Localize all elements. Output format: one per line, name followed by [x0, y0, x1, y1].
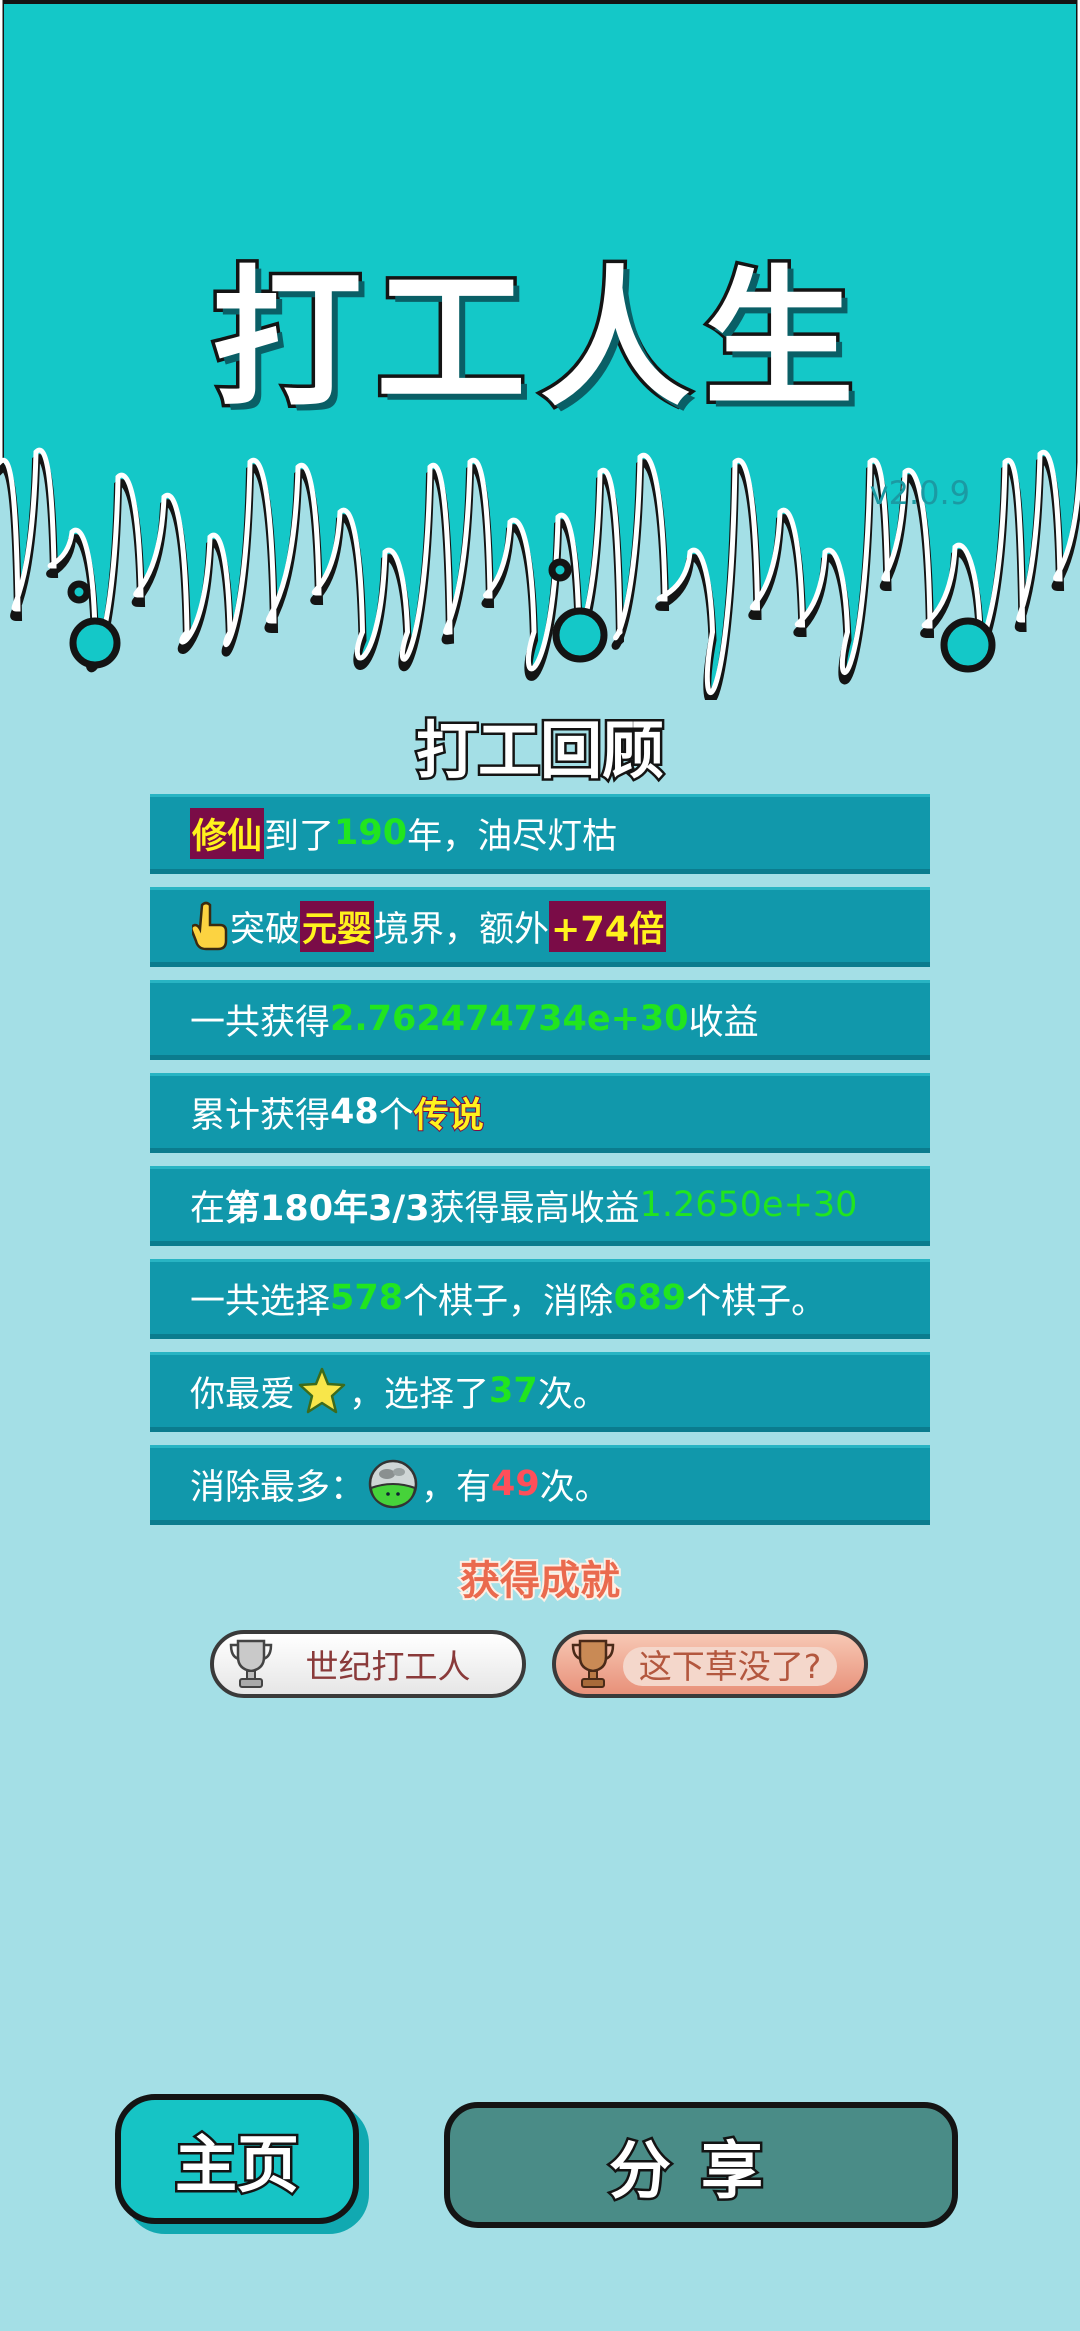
stat-value-eliminated-most: 49 [491, 1464, 540, 1504]
stat-row-legends: 累计获得 48 个 传说 [150, 1073, 930, 1153]
review-stats-list: 修仙 到了 190 年，油尽灯枯 突破 元婴 境界，额外 +74倍 一共获得 2… [150, 794, 930, 1538]
share-button-label: 分享 [606, 2132, 793, 2210]
pointing-hand-icon [192, 901, 228, 951]
stat-row-best-income: 在 第180年3/3 获得最高收益 1.2650e+30 [150, 1166, 930, 1246]
drip-drop [69, 617, 121, 669]
home-button-label: 主页 [172, 2126, 301, 2204]
stat-value-best-income: 1.2650e+30 [639, 1185, 858, 1225]
trophy-icon [571, 1639, 615, 1688]
drip-drop [67, 580, 91, 604]
realm-highlight: 元婴 [300, 900, 375, 952]
stat-text: 收益 [688, 1002, 759, 1043]
achievement-badge-century-worker[interactable]: 世纪打工人 [210, 1630, 526, 1698]
trophy-icon [229, 1639, 273, 1688]
stat-value-legends: 48 [330, 1092, 379, 1132]
stat-value-selected: 578 [330, 1278, 404, 1318]
stat-text: 境界，额外 [374, 909, 550, 950]
stat-text: 次。 [539, 1467, 610, 1508]
stat-text: 个 [378, 1095, 414, 1136]
stat-value-turn: 第180年3/3 [225, 1188, 430, 1229]
stat-row-favorite: 你最爱 ，选择了 37 次。 [150, 1352, 930, 1432]
game-title: 打工人生 [208, 250, 868, 431]
stat-value-years: 190 [334, 813, 408, 853]
stat-value-eliminated: 689 [613, 1278, 687, 1318]
stat-text: 一共选择 [190, 1281, 331, 1322]
stat-value-income: 2.762474734e+30 [330, 999, 689, 1039]
stat-text: 消除最多： [190, 1467, 366, 1508]
achievement-label: 世纪打工人 [305, 1647, 471, 1686]
review-title: 打工回顾 [413, 712, 666, 790]
stat-row-most-eliminated: 消除最多： ，有 49 次。 [150, 1445, 930, 1525]
stat-text: ，有 [421, 1467, 492, 1508]
share-button[interactable]: 分享 [444, 2102, 958, 2228]
stat-text: 次。 [537, 1374, 608, 1415]
stat-text: 一共获得 [190, 1002, 331, 1043]
stat-row-total-income: 一共获得 2.762474734e+30 收益 [150, 980, 930, 1060]
legend-label: 传说 [413, 1095, 485, 1137]
version-label: v2.0.9 [869, 474, 970, 512]
drip-drop [552, 607, 608, 663]
stat-text: 个棋子。 [686, 1281, 827, 1322]
stat-row-realm: 突破 元婴 境界，额外 +74倍 [150, 887, 930, 967]
drip-drop [940, 617, 996, 673]
stat-text: 突破 [230, 909, 301, 950]
stat-text: ，选择了 [349, 1374, 490, 1415]
stat-text: 到了 [264, 816, 335, 857]
grass-ball-icon [368, 1459, 418, 1509]
achievement-label: 这下草没了? [622, 1647, 838, 1686]
stat-text: 个棋子，消除 [403, 1281, 614, 1322]
achievements-title: 获得成就 [458, 1556, 622, 1606]
achievement-badge-no-grass[interactable]: 这下草没了? [552, 1630, 868, 1698]
drip-drop [548, 558, 572, 582]
home-button[interactable]: 主页 [115, 2094, 359, 2224]
stat-text: 年，油尽灯枯 [407, 816, 618, 857]
multiplier-highlight: +74倍 [549, 900, 667, 952]
stat-text: 在 [190, 1188, 226, 1229]
stat-text: 你最爱 [190, 1374, 296, 1415]
stat-row-pieces: 一共选择 578 个棋子，消除 689 个棋子。 [150, 1259, 930, 1339]
achievement-label-wrap: 这下草没了? [616, 1640, 864, 1688]
stat-row-lifespan: 修仙 到了 190 年，油尽灯枯 [150, 794, 930, 874]
stat-text: 累计获得 [190, 1095, 331, 1136]
cultivation-highlight: 修仙 [190, 807, 265, 859]
stat-value-favorite-count: 37 [489, 1371, 538, 1411]
star-icon [298, 1367, 346, 1414]
stat-text: 获得最高收益 [429, 1188, 640, 1229]
